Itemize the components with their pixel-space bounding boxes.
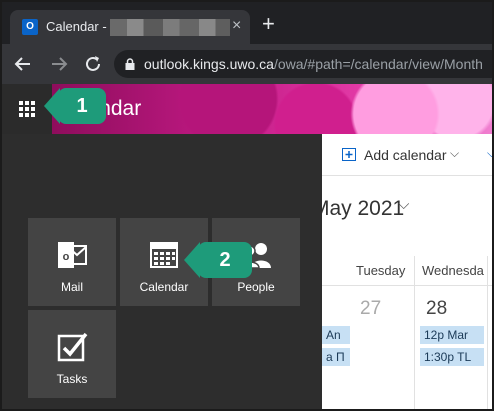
browser-window: O Calendar - × + outlook.kings.uwo.ca/ow… <box>2 2 492 409</box>
browser-toolbar: outlook.kings.uwo.ca/owa/#path=/calendar… <box>2 44 492 84</box>
calendar-event[interactable]: 12p Mar <box>420 326 484 344</box>
mail-tile-label: Mail <box>60 280 83 294</box>
plus-icon[interactable]: + <box>262 13 275 35</box>
calendar-event[interactable]: 1:30p TL <box>420 348 484 366</box>
day-header-wednesday: Wednesda <box>422 263 484 278</box>
reload-icon[interactable] <box>82 53 104 75</box>
app-launcher-icon[interactable] <box>19 101 36 118</box>
close-icon[interactable]: × <box>232 18 241 34</box>
month-title[interactable]: May 2021 <box>312 196 404 222</box>
calendar-plus-icon <box>342 148 356 161</box>
column-divider <box>414 256 415 409</box>
forward-arrow-icon[interactable] <box>48 53 70 75</box>
add-calendar-button[interactable]: Add calendar <box>364 147 447 163</box>
day-number-28[interactable]: 28 <box>426 298 447 320</box>
back-arrow-icon[interactable] <box>12 53 34 75</box>
tasks-tile[interactable]: Tasks <box>28 310 116 398</box>
tasks-icon <box>57 332 88 362</box>
tab-title: Calendar - <box>46 19 107 34</box>
month-chevron-icon[interactable]: ⌵ <box>398 196 409 213</box>
step-callout-1: 1 <box>58 88 106 124</box>
app-launcher-panel: o Mail Calendar People Tasks <box>2 134 322 409</box>
mail-tile[interactable]: o Mail <box>28 218 116 306</box>
more-chevron-icon: ⌵ <box>487 146 492 160</box>
url-path: /owa/#path=/calendar/view/Month <box>273 56 483 72</box>
calendar-icon <box>150 242 178 268</box>
tasks-tile-label: Tasks <box>56 372 88 386</box>
svg-text:o: o <box>63 251 70 263</box>
url-text: outlook.kings.uwo.ca/owa/#path=/calendar… <box>144 56 483 72</box>
address-bar[interactable]: outlook.kings.uwo.ca/owa/#path=/calendar… <box>114 50 492 78</box>
calendar-event[interactable]: a Π <box>322 348 350 366</box>
tab-bar: O Calendar - × + <box>2 2 492 44</box>
chevron-down-icon[interactable]: ⌵ <box>450 146 459 161</box>
redacted-tab-text <box>110 19 230 36</box>
browser-tab-calendar[interactable]: O Calendar - × <box>10 10 250 44</box>
outlook-favicon: O <box>22 19 38 35</box>
mail-icon: o <box>58 242 87 268</box>
command-bar: Add calendar ⌵ ⌵ <box>322 134 492 176</box>
url-host: outlook.kings.uwo.ca <box>144 56 274 72</box>
step-callout-2: 2 <box>198 242 252 278</box>
calendar-tile-label: Calendar <box>139 280 189 294</box>
column-divider <box>487 256 488 409</box>
people-tile-label: People <box>237 280 275 294</box>
day-number-27[interactable]: 27 <box>360 298 381 320</box>
day-header-tuesday: Tuesday <box>356 263 406 278</box>
calendar-event[interactable]: An <box>322 326 350 344</box>
day-header-row: Tuesday Wednesda <box>322 256 492 286</box>
lock-icon <box>125 58 135 70</box>
